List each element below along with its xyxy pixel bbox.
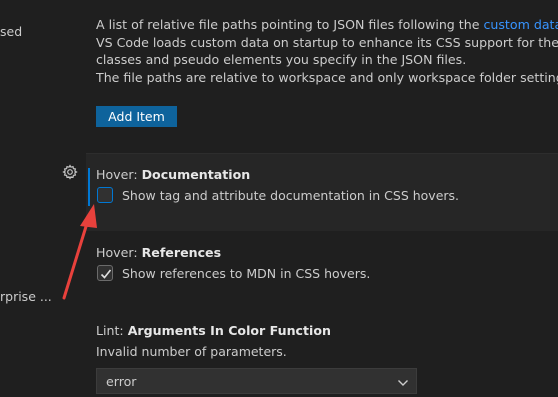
add-item-button[interactable]: Add Item — [96, 106, 177, 127]
setting-title-hover-documentation: Hover: Documentation — [96, 167, 250, 182]
hover-documentation-label[interactable]: Show tag and attribute documentation in … — [122, 188, 459, 203]
setting-name: Arguments In Color Function — [127, 323, 331, 338]
lint-arguments-select[interactable]: error — [96, 368, 417, 394]
setting-category: Lint: — [96, 323, 128, 338]
setting-title-lint-arguments: Lint: Arguments In Color Function — [96, 323, 331, 338]
hover-documentation-checkbox[interactable] — [97, 187, 113, 203]
setting-category: Hover: — [96, 167, 142, 182]
description-line4: The file paths are relative to workspace… — [96, 69, 558, 85]
select-value: error — [106, 374, 137, 389]
focus-indicator — [88, 168, 90, 206]
description-line2: VS Code loads custom data on startup to … — [96, 34, 558, 50]
custom-data-description: A list of relative file paths pointing t… — [96, 16, 558, 86]
check-icon — [100, 269, 112, 279]
description-line1: A list of relative file paths pointing t… — [96, 17, 484, 32]
gear-icon[interactable] — [62, 164, 78, 180]
sidebar-fragment-mid[interactable]: rprise ... — [0, 289, 52, 304]
description-line3: classes and pseudo elements you specify … — [96, 52, 467, 68]
lint-arguments-description: Invalid number of parameters. — [96, 344, 287, 359]
sidebar-fragment-top[interactable]: sed — [0, 24, 22, 39]
setting-title-hover-references: Hover: References — [96, 245, 221, 260]
hover-references-label[interactable]: Show references to MDN in CSS hovers. — [122, 266, 370, 281]
chevron-down-icon — [397, 376, 409, 391]
settings-editor: sed rprise ... A list of relative file p… — [0, 0, 558, 397]
setting-name: References — [141, 245, 222, 260]
setting-category: Hover: — [96, 245, 142, 260]
setting-name: Documentation — [141, 167, 251, 182]
custom-data-format-link[interactable]: custom data forma — [483, 17, 558, 32]
hover-references-checkbox[interactable] — [97, 265, 113, 281]
